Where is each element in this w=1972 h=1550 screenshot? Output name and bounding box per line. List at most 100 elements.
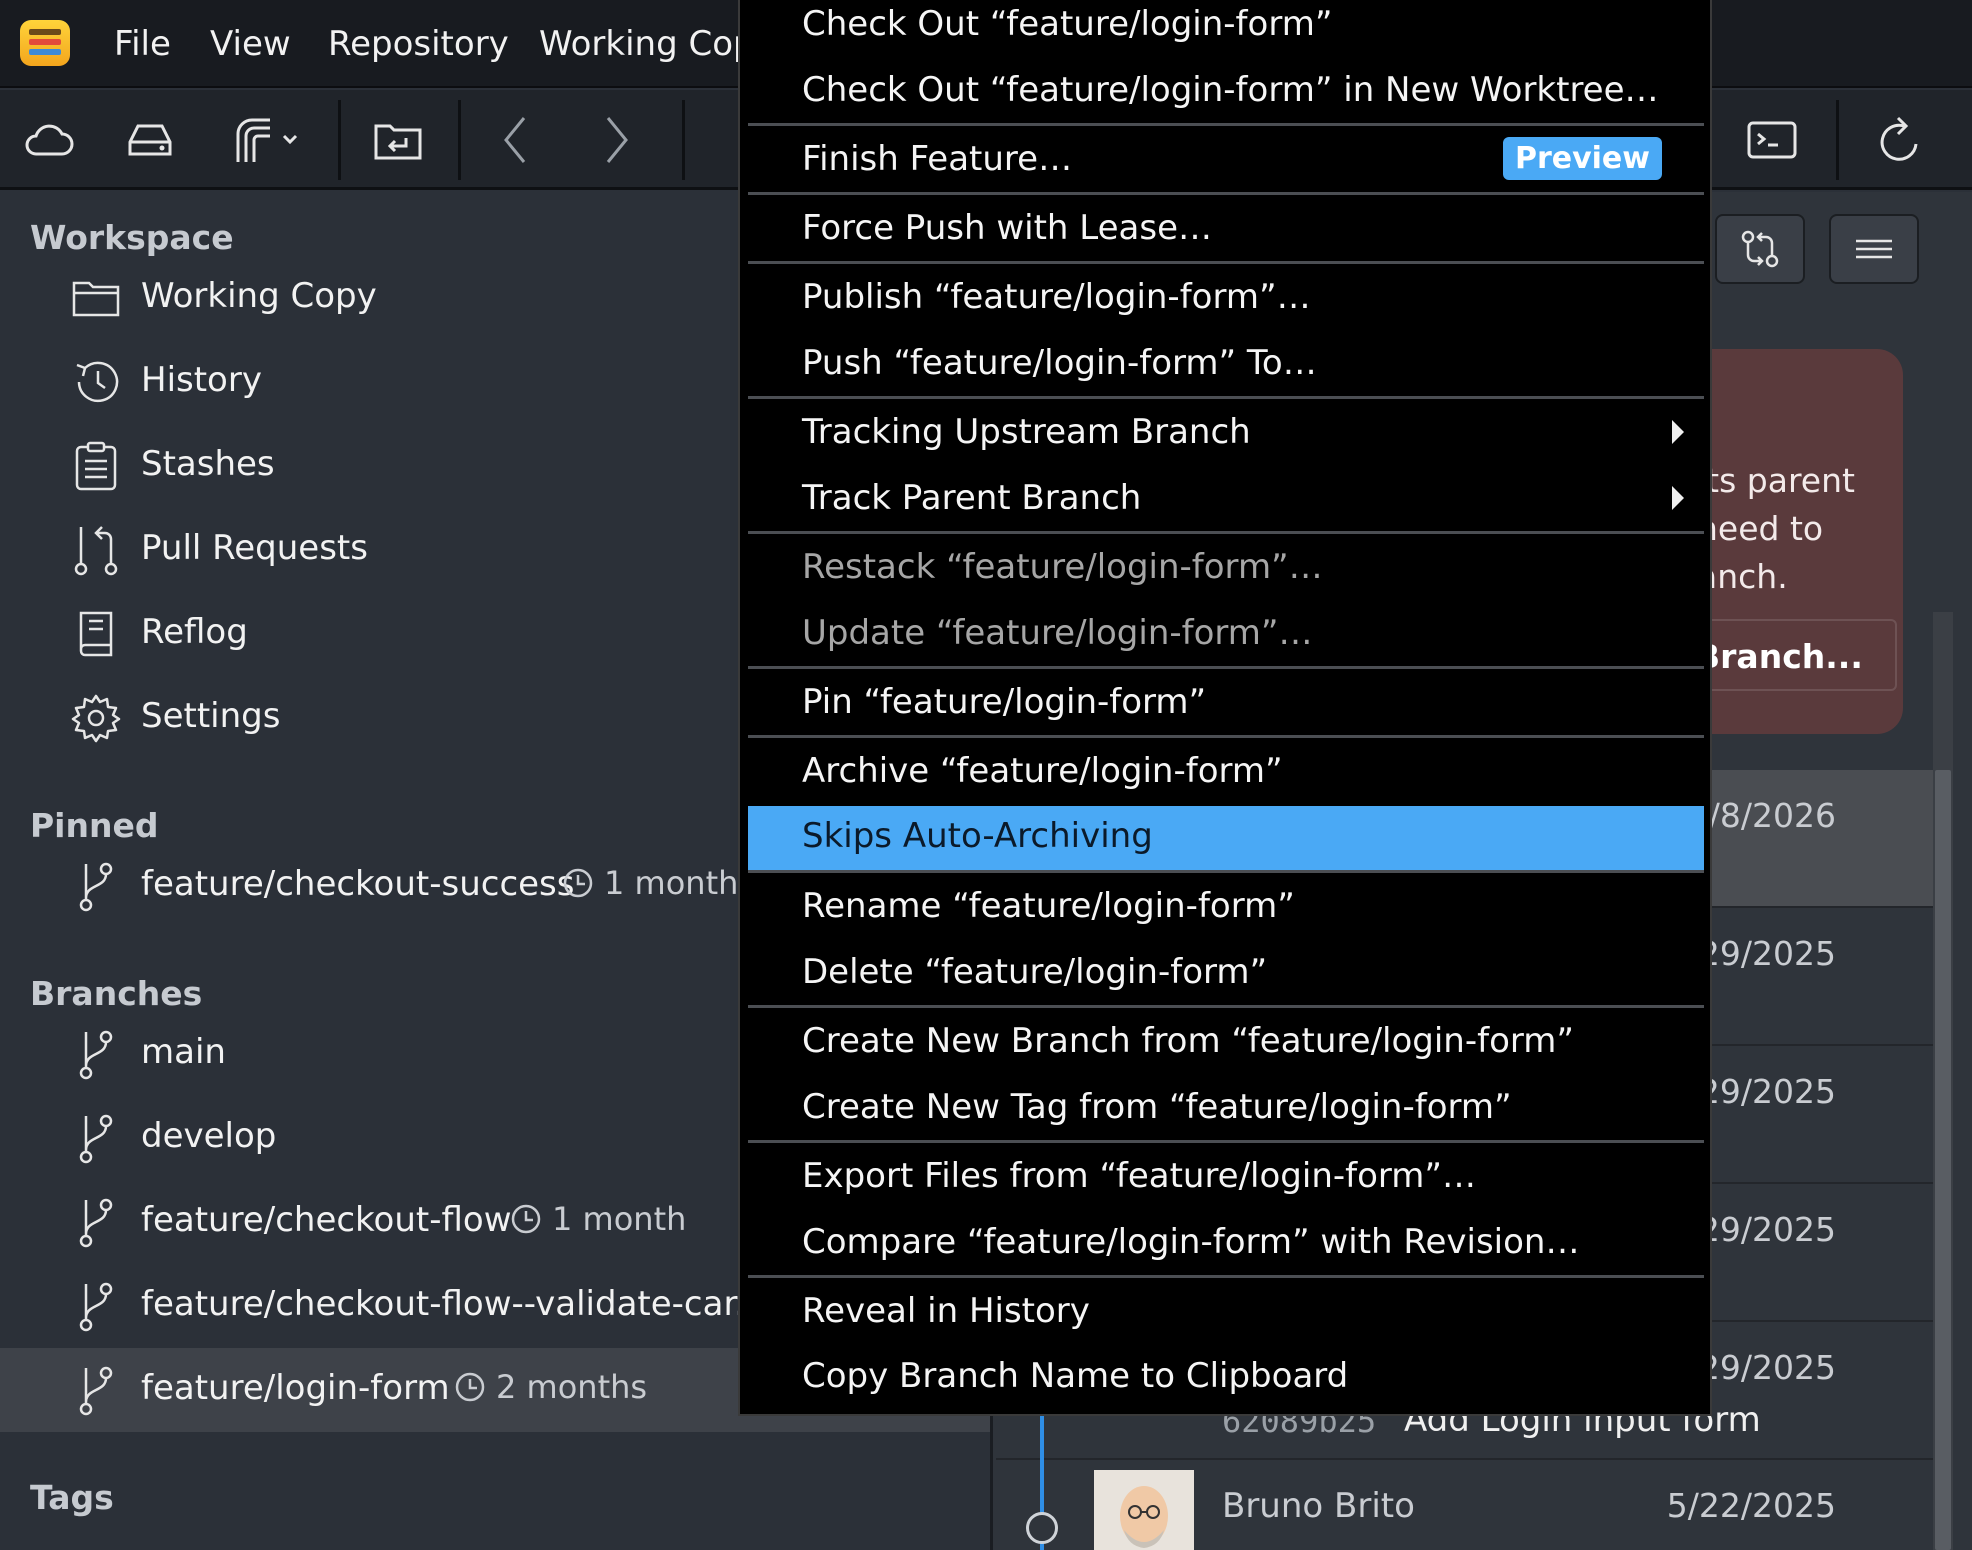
menu-item-label: Restack “feature/login-form”… bbox=[802, 547, 1323, 587]
history-icon bbox=[68, 354, 124, 410]
app-logo-icon bbox=[20, 20, 70, 66]
menu-working-copy[interactable]: Working Cop bbox=[539, 24, 755, 64]
menu-item-archive[interactable]: Archive “feature/login-form” bbox=[748, 741, 1704, 805]
menu-separator bbox=[748, 666, 1704, 669]
menu-item-label: Delete “feature/login-form” bbox=[802, 952, 1268, 992]
branch-age-text: 1 month bbox=[604, 864, 739, 902]
menu-item-rename[interactable]: Rename “feature/login-form” bbox=[748, 876, 1704, 940]
commit-graph-node bbox=[1026, 1512, 1058, 1544]
sidebar-item-label: Stashes bbox=[141, 444, 275, 484]
sidebar-item-label: History bbox=[141, 360, 262, 400]
menu-item-label: Rename “feature/login-form” bbox=[802, 886, 1295, 926]
menu-item-label: Pin “feature/login-form” bbox=[802, 682, 1207, 722]
menu-item-restack: Restack “feature/login-form”… bbox=[748, 537, 1704, 601]
book-icon bbox=[68, 606, 124, 662]
branch-icon bbox=[68, 1194, 124, 1250]
section-title-tags: Tags bbox=[30, 1478, 114, 1517]
commit-row[interactable]: 5/22/2025 Bruno Brito bbox=[996, 1460, 1936, 1550]
branch-age: 1 month bbox=[510, 1200, 686, 1238]
menu-item-create-tag[interactable]: Create New Tag from “feature/login-form” bbox=[748, 1077, 1704, 1141]
scrollbar-thumb[interactable] bbox=[1935, 770, 1951, 1550]
menu-item-pin[interactable]: Pin “feature/login-form” bbox=[748, 672, 1704, 736]
drive-icon[interactable] bbox=[122, 114, 178, 166]
sidebar-item-label: Reflog bbox=[141, 612, 248, 652]
menu-separator bbox=[748, 735, 1704, 738]
menu-separator bbox=[748, 1005, 1704, 1008]
menu-item-label: Create New Branch from “feature/login-fo… bbox=[802, 1021, 1575, 1061]
menu-item-label: Track Parent Branch bbox=[802, 478, 1142, 518]
preview-badge: Preview bbox=[1502, 137, 1662, 180]
open-folder-icon[interactable] bbox=[370, 114, 426, 166]
cloud-icon[interactable] bbox=[20, 114, 76, 166]
branch-age-text: 1 month bbox=[552, 1200, 687, 1238]
banner-action-label: Branch... bbox=[1695, 637, 1863, 676]
menu-item-tracking-upstream[interactable]: Tracking Upstream Branch bbox=[748, 402, 1704, 466]
menu-item-delete[interactable]: Delete “feature/login-form” bbox=[748, 942, 1704, 1006]
menu-item-label: Create New Tag from “feature/login-form” bbox=[802, 1087, 1512, 1127]
menu-item-label: Archive “feature/login-form” bbox=[802, 751, 1283, 791]
toolbar-separator bbox=[338, 100, 341, 180]
menu-item-check-out[interactable]: Check Out “feature/login-form” bbox=[748, 0, 1704, 58]
menu-item-check-out-worktree[interactable]: Check Out “feature/login-form” in New Wo… bbox=[748, 60, 1704, 124]
sidebar-item-label: feature/checkout-flow--validate-car... bbox=[141, 1284, 767, 1324]
toolbar-separator bbox=[458, 100, 461, 180]
submenu-arrow-icon bbox=[1672, 420, 1684, 444]
avatar bbox=[1094, 1470, 1194, 1550]
branch-icon bbox=[68, 1026, 124, 1082]
menu-separator bbox=[748, 870, 1704, 873]
back-chevron-icon[interactable] bbox=[488, 114, 544, 166]
menu-item-finish-feature[interactable]: Finish Feature… Preview bbox=[748, 129, 1704, 193]
menu-item-push-to[interactable]: Push “feature/login-form” To… bbox=[748, 333, 1704, 397]
terminal-icon[interactable] bbox=[1744, 114, 1800, 166]
menu-separator bbox=[748, 123, 1704, 126]
sidebar-item-label: develop bbox=[141, 1116, 277, 1156]
menu-item-label: Compare “feature/login-form” with Revisi… bbox=[802, 1222, 1580, 1262]
submenu-arrow-icon bbox=[1672, 486, 1684, 510]
section-title-branches: Branches bbox=[30, 974, 203, 1013]
menu-item-skips-auto-archiving[interactable]: Skips Auto-Archiving bbox=[748, 806, 1704, 870]
menu-view[interactable]: View bbox=[210, 24, 291, 64]
menu-item-label: Export Files from “feature/login-form”… bbox=[802, 1156, 1477, 1196]
menu-item-compare[interactable]: Compare “feature/login-form” with Revisi… bbox=[748, 1212, 1704, 1276]
sidebar-item-label: feature/checkout-success bbox=[141, 864, 575, 904]
menu-item-track-parent[interactable]: Track Parent Branch bbox=[748, 468, 1704, 532]
menu-item-copy-branch-name[interactable]: Copy Branch Name to Clipboard bbox=[748, 1346, 1704, 1410]
toolbar-separator bbox=[1836, 100, 1839, 180]
menu-item-label: Publish “feature/login-form”… bbox=[802, 277, 1311, 317]
branch-age: 2 months bbox=[454, 1368, 647, 1406]
forward-chevron-icon[interactable] bbox=[588, 114, 644, 166]
section-title-workspace: Workspace bbox=[30, 218, 234, 257]
refresh-icon[interactable] bbox=[1872, 114, 1928, 166]
menu-separator bbox=[748, 1140, 1704, 1143]
menu-separator bbox=[748, 192, 1704, 195]
clock-icon bbox=[563, 868, 593, 898]
menu-item-label: Check Out “feature/login-form” in New Wo… bbox=[802, 70, 1659, 110]
menu-item-force-push[interactable]: Force Push with Lease… bbox=[748, 198, 1704, 262]
banner-text-line: need to bbox=[1697, 509, 1824, 548]
menu-item-label: Force Push with Lease… bbox=[802, 208, 1212, 248]
sidebar-item-label: feature/login-form bbox=[141, 1368, 450, 1408]
menu-file[interactable]: File bbox=[114, 24, 171, 64]
banner-action-button[interactable]: Branch... bbox=[1689, 619, 1897, 691]
commit-date: 5/22/2025 bbox=[1666, 1486, 1836, 1525]
gear-icon bbox=[68, 690, 124, 746]
menu-item-create-branch[interactable]: Create New Branch from “feature/login-fo… bbox=[748, 1011, 1704, 1075]
clock-icon bbox=[455, 1372, 485, 1402]
menu-item-export-files[interactable]: Export Files from “feature/login-form”… bbox=[748, 1146, 1704, 1210]
menu-item-label: Finish Feature… bbox=[802, 139, 1073, 179]
menu-item-label: Tracking Upstream Branch bbox=[802, 412, 1251, 452]
menu-button[interactable] bbox=[1829, 214, 1919, 284]
branch-icon bbox=[68, 858, 124, 914]
sidebar-item-label: main bbox=[141, 1032, 226, 1072]
menu-separator bbox=[748, 261, 1704, 264]
section-title-pinned: Pinned bbox=[30, 806, 159, 845]
sidebar-item-label: Working Copy bbox=[141, 276, 377, 316]
git-flow-dropdown-icon[interactable] bbox=[228, 114, 308, 166]
menu-repository[interactable]: Repository bbox=[328, 24, 509, 64]
menu-separator bbox=[748, 531, 1704, 534]
folder-icon bbox=[68, 270, 124, 326]
branch-icon bbox=[68, 1278, 124, 1334]
compare-branches-button[interactable] bbox=[1715, 214, 1805, 284]
menu-item-reveal-in-history[interactable]: Reveal in History bbox=[748, 1281, 1704, 1345]
menu-item-publish[interactable]: Publish “feature/login-form”… bbox=[748, 267, 1704, 331]
